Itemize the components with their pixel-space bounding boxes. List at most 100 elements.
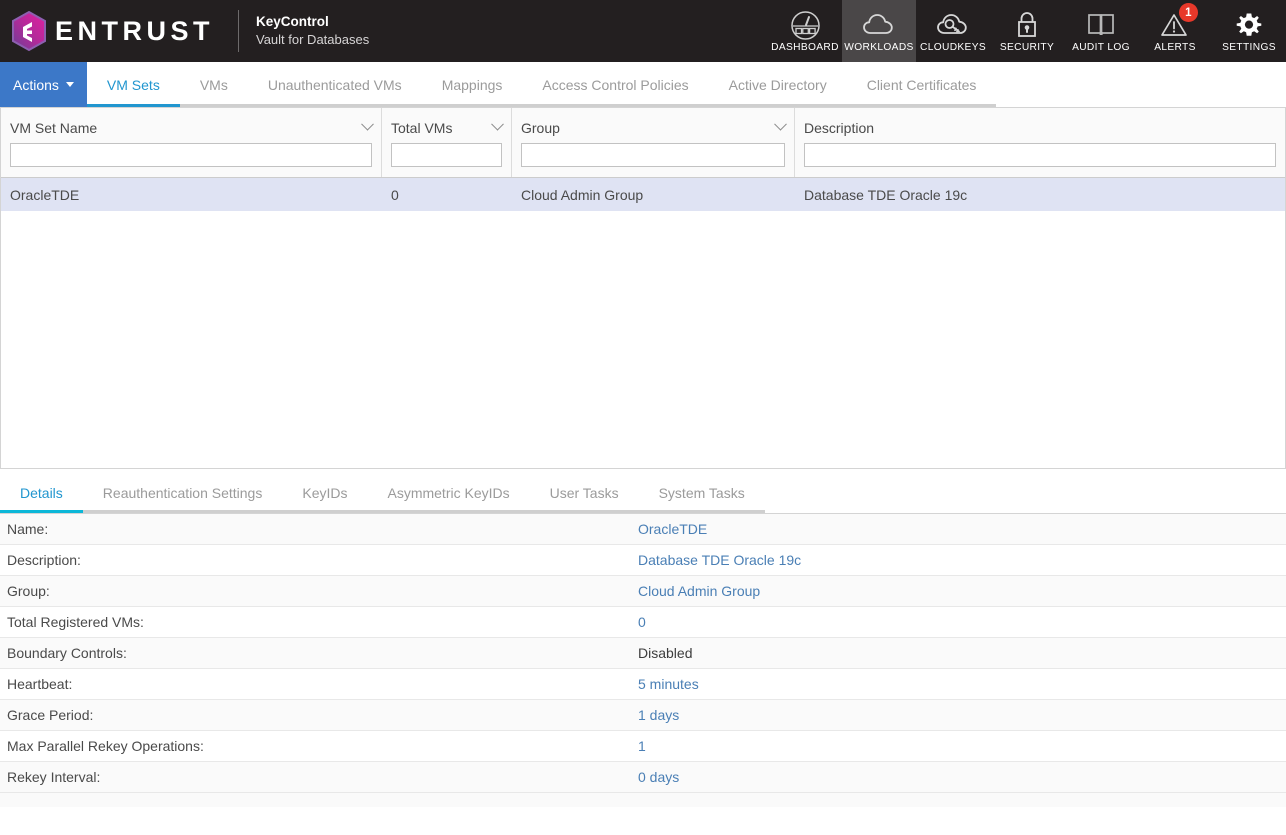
nav-item-workloads[interactable]: WORKLOADS (842, 0, 916, 62)
grid-column-title: VM Set Name (10, 120, 98, 136)
nav-item-dashboard[interactable]: DASHBOARD (768, 0, 842, 62)
tab-mappings[interactable]: Mappings (421, 66, 523, 107)
tab-client-certificates[interactable]: Client Certificates (846, 66, 997, 107)
product-name-block: KeyControl Vault for Databases (256, 13, 369, 49)
detail-label: Name: (7, 521, 49, 537)
chevron-down-icon (65, 82, 74, 87)
actions-dropdown-button[interactable]: Actions (0, 62, 87, 107)
grid-header-row: VM Set Name Total VMs Group Description (1, 108, 1285, 178)
detail-tab-label: User Tasks (549, 484, 619, 501)
vm-sets-grid: VM Set Name Total VMs Group Description … (0, 108, 1286, 469)
tab-keyids[interactable]: KeyIDs (282, 475, 368, 513)
cell-group: Cloud Admin Group (521, 186, 644, 203)
vm-set-details-panel: Name: OracleTDE Description: Database TD… (0, 514, 1286, 807)
detail-tab-label: System Tasks (658, 484, 745, 501)
nav-item-settings[interactable]: SETTINGS (1212, 0, 1286, 62)
filter-input-description[interactable] (804, 143, 1276, 167)
detail-value-max-parallel-rekey-operations[interactable]: 1 (638, 738, 646, 754)
detail-row-total-registered-vms: Total Registered VMs: 0 (0, 607, 1286, 638)
detail-row-name: Name: OracleTDE (0, 514, 1286, 545)
gauge-icon (790, 9, 821, 41)
grid-column-header-total-vms[interactable]: Total VMs (382, 108, 511, 143)
cloud-key-icon (936, 9, 970, 41)
detail-value-total-registered-vms[interactable]: 0 (638, 614, 646, 630)
nav-item-alerts[interactable]: 1 ALERTS (1138, 0, 1212, 62)
main-navigation: DASHBOARD WORKLOADS CLOUDKEYS SECURITY A… (768, 0, 1286, 62)
workloads-tab-bar: Actions VM Sets VMs Unauthenticated VMs … (0, 62, 1286, 108)
tab-label: VM Sets (106, 77, 160, 93)
nav-label-audit-log: AUDIT LOG (1072, 42, 1130, 53)
detail-tab-bar: Details Reauthentication Settings KeyIDs… (0, 469, 1286, 514)
tab-user-tasks[interactable]: User Tasks (529, 475, 639, 513)
grid-column-group: Group (512, 108, 795, 177)
detail-value-group[interactable]: Cloud Admin Group (638, 583, 760, 599)
tab-label: Active Directory (728, 77, 827, 93)
detail-label: Max Parallel Rekey Operations: (7, 738, 204, 754)
top-header-bar: ENTRUST KeyControl Vault for Databases D… (0, 0, 1286, 62)
tab-active-directory[interactable]: Active Directory (708, 66, 847, 107)
detail-tab-label: Reauthentication Settings (102, 484, 263, 501)
tab-asymmetric-keyids[interactable]: Asymmetric KeyIDs (367, 475, 530, 513)
detail-row-group: Group: Cloud Admin Group (0, 576, 1286, 607)
detail-label: Grace Period: (7, 707, 94, 723)
detail-value-heartbeat[interactable]: 5 minutes (638, 676, 699, 692)
tab-access-control-policies[interactable]: Access Control Policies (522, 66, 709, 107)
detail-label: Heartbeat: (7, 676, 73, 692)
nav-label-security: SECURITY (999, 42, 1055, 53)
brand-logo-block: ENTRUST KeyControl Vault for Databases (0, 10, 369, 52)
nav-label-workloads: WORKLOADS (844, 42, 914, 53)
tab-details[interactable]: Details (0, 475, 83, 513)
detail-tab-spacer (765, 475, 1286, 513)
detail-label: Rekey Interval: (7, 769, 101, 785)
grid-filter-cell (382, 143, 511, 177)
cloud-icon (862, 9, 896, 41)
grid-column-header-description[interactable]: Description (795, 108, 1285, 143)
cell-vm-set-name: OracleTDE (10, 186, 80, 203)
table-row[interactable]: OracleTDE 0 Cloud Admin Group Database T… (1, 178, 1285, 211)
filter-input-total-vms[interactable] (391, 143, 502, 167)
brand-divider (238, 10, 239, 52)
grid-column-header-vm-set-name[interactable]: VM Set Name (1, 108, 381, 143)
tab-unauthenticated-vms[interactable]: Unauthenticated VMs (247, 66, 422, 107)
detail-label: Boundary Controls: (7, 645, 127, 661)
detail-row-heartbeat: Heartbeat: 5 minutes (0, 669, 1286, 700)
nav-item-audit-log[interactable]: AUDIT LOG (1064, 0, 1138, 62)
detail-value-description[interactable]: Database TDE Oracle 19c (638, 552, 801, 568)
chevron-down-icon[interactable] (774, 117, 787, 131)
grid-column-title: Description (804, 120, 875, 136)
chevron-down-icon[interactable] (361, 117, 374, 131)
tab-bar-spacer (996, 66, 1286, 107)
grid-column-header-group[interactable]: Group (512, 108, 794, 143)
detail-tab-label: Asymmetric KeyIDs (387, 484, 510, 501)
alerts-count-badge: 1 (1179, 3, 1198, 22)
gear-icon (1234, 9, 1264, 41)
tab-system-tasks[interactable]: System Tasks (638, 475, 765, 513)
grid-column-title: Total VMs (391, 120, 453, 136)
tab-label: Access Control Policies (542, 77, 689, 93)
filter-input-group[interactable] (521, 143, 785, 167)
tab-reauthentication-settings[interactable]: Reauthentication Settings (82, 475, 283, 513)
product-name-primary: KeyControl (256, 14, 329, 30)
detail-value-grace-period[interactable]: 1 days (638, 707, 679, 723)
nav-label-settings: SETTINGS (1222, 42, 1276, 53)
entrust-hexagon-logo-icon (10, 10, 48, 52)
filter-input-vm-set-name[interactable] (10, 143, 372, 167)
nav-label-alerts: ALERTS (1154, 42, 1196, 53)
nav-item-cloudkeys[interactable]: CLOUDKEYS (916, 0, 990, 62)
lock-icon (1014, 9, 1040, 41)
detail-row-description: Description: Database TDE Oracle 19c (0, 545, 1286, 576)
detail-tab-label: Details (20, 484, 63, 501)
cell-total-vms: 0 (391, 186, 399, 203)
grid-filter-cell (512, 143, 794, 177)
tab-vm-sets[interactable]: VM Sets (86, 66, 180, 107)
tab-label: Unauthenticated VMs (267, 77, 402, 93)
nav-item-security[interactable]: SECURITY (990, 0, 1064, 62)
chevron-down-icon[interactable] (491, 117, 504, 131)
tab-vms[interactable]: VMs (179, 66, 248, 107)
product-name-secondary: Vault for Databases (256, 32, 370, 48)
grid-empty-area (1, 211, 1285, 468)
actions-button-label: Actions (13, 76, 59, 93)
detail-value-rekey-interval[interactable]: 0 days (638, 769, 679, 785)
cell-description: Database TDE Oracle 19c (804, 186, 968, 203)
detail-value-name[interactable]: OracleTDE (638, 521, 707, 537)
